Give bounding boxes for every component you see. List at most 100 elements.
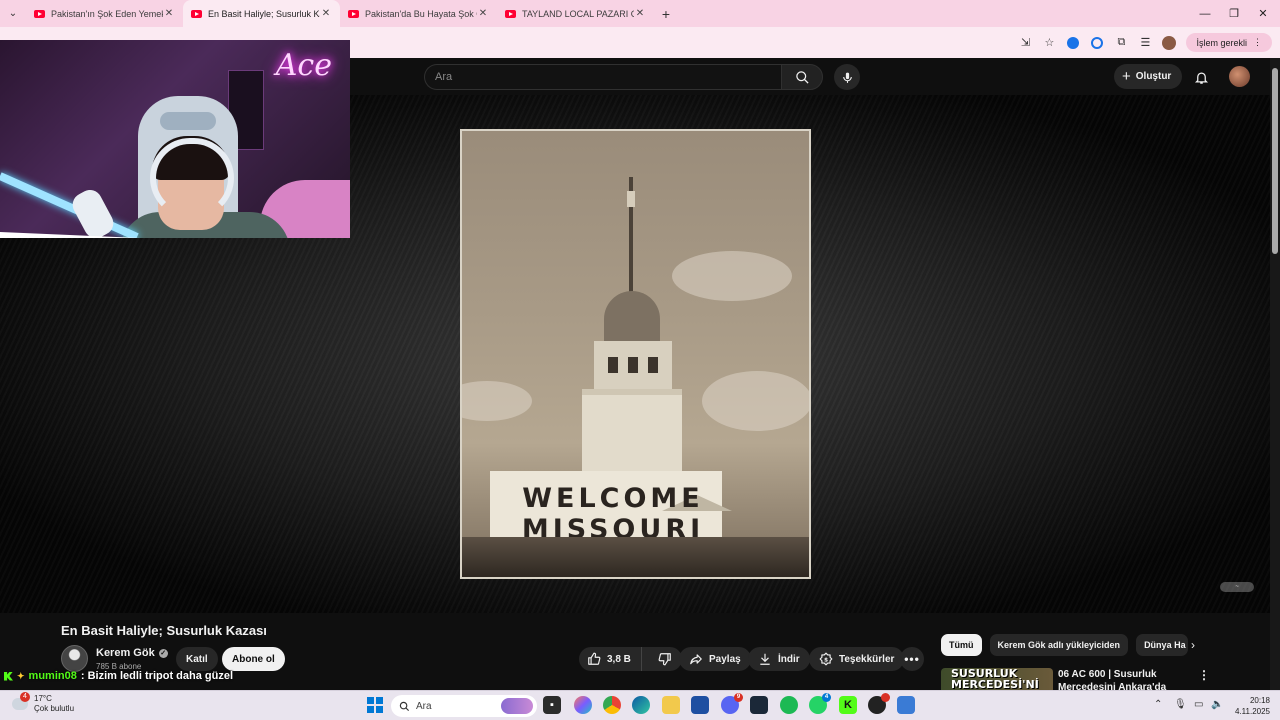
browser-tab[interactable]: TAYLAND LOCAL PAZARI GEZD ✕ <box>497 0 654 27</box>
more-actions-button[interactable]: ••• <box>900 647 924 671</box>
kick-badge-icon <box>4 671 13 681</box>
action-required-label: İşlem gerekli <box>1196 37 1247 48</box>
sparkle-badge-icon: ✦ <box>17 670 25 681</box>
thumbs-up-icon <box>588 652 601 665</box>
create-button[interactable]: + Oluştur <box>1114 64 1183 89</box>
voice-search-button[interactable] <box>834 64 860 90</box>
extension-icon[interactable] <box>1066 36 1080 50</box>
recommendation-menu-icon[interactable]: ⋮ <box>1198 668 1210 682</box>
search-box <box>424 64 823 90</box>
video-frame-photo: WELCOME MISSOURI <box>460 129 811 579</box>
browser-tab[interactable]: Pakistan'ın Şok Eden Yemek Pa ✕ <box>26 0 183 27</box>
volume-icon[interactable]: 🔈 <box>1211 699 1223 710</box>
chrome-icon[interactable] <box>603 696 621 714</box>
profile-avatar-icon[interactable] <box>1162 35 1177 50</box>
browser-tabbar: ⌄ Pakistan'ın Şok Eden Yemek Pa ✕ En Bas… <box>0 0 1280 27</box>
microphone-tray-icon[interactable]: 🎙 <box>1174 699 1187 710</box>
install-app-icon[interactable]: ⇲ <box>1018 36 1032 50</box>
bookmark-star-icon[interactable]: ☆ <box>1042 36 1056 50</box>
weather-badge: 4 <box>20 692 30 702</box>
action-required-button[interactable]: İşlem gerekli ⋮ <box>1186 33 1272 52</box>
discord-icon[interactable]: 9 <box>721 693 743 714</box>
system-clock[interactable]: 20:18 4.11.2025 <box>1235 695 1270 717</box>
download-button[interactable]: İndir <box>748 647 810 671</box>
extension-icon[interactable] <box>1090 36 1104 50</box>
thanks-button[interactable]: $ Teşekkürler <box>809 647 905 671</box>
subscribe-button[interactable]: Abone ol <box>222 647 285 671</box>
channel-name[interactable]: Kerem Gök <box>96 647 155 659</box>
chat-username: mumin08 <box>28 670 77 682</box>
account-avatar[interactable] <box>1229 66 1250 87</box>
tab-close-icon[interactable]: ✕ <box>320 8 332 19</box>
tab-close-icon[interactable]: ✕ <box>477 8 489 19</box>
channel-name-row[interactable]: Kerem Gök ✓ <box>96 647 168 659</box>
kick-app-icon[interactable]: K <box>839 696 857 714</box>
network-icon[interactable]: ▭ <box>1194 699 1203 710</box>
puzzle-extensions-icon[interactable]: ⧉ <box>1114 36 1128 50</box>
notifications-button[interactable] <box>1192 68 1210 86</box>
clock-time: 20:18 <box>1249 696 1270 705</box>
tab-title: TAYLAND LOCAL PAZARI GEZD <box>522 8 634 19</box>
channel-avatar[interactable] <box>61 645 88 672</box>
chevron-right-icon[interactable]: › <box>1185 637 1201 653</box>
chat-message: ✦ mumin08 : Bizim ledli tripot daha güze… <box>4 670 233 682</box>
tab-close-icon[interactable]: ✕ <box>634 8 646 19</box>
chat-text: : Bizim ledli tripot daha güzel <box>80 670 234 682</box>
search-highlight-image <box>501 698 533 714</box>
chip-from-uploader[interactable]: Kerem Gök adlı yükleyiciden <box>989 634 1129 656</box>
search-input[interactable] <box>424 64 781 90</box>
download-icon <box>760 653 770 665</box>
sign-line-1: WELCOME <box>522 483 704 514</box>
browser-tab-active[interactable]: En Basit Haliyle; Susurluk Kazası ✕ <box>183 0 340 27</box>
join-button[interactable]: Katıl <box>176 647 218 671</box>
bell-icon <box>1194 72 1208 84</box>
share-button[interactable]: Paylaş <box>679 647 751 671</box>
weather-desc: Çok bulutlu <box>34 704 75 713</box>
tab-close-icon[interactable]: ✕ <box>163 8 175 19</box>
steam-icon[interactable] <box>750 696 768 714</box>
scrollbar-thumb[interactable] <box>1272 68 1278 254</box>
app-icon[interactable] <box>897 696 915 714</box>
recommendation-thumbnail[interactable]: SUSURLUK MERCEDESİ'Nİ <box>941 668 1053 690</box>
weather-widget[interactable]: 4 17°C Çok bulutlu <box>12 692 75 714</box>
tab-search-chevron-icon[interactable]: ⌄ <box>0 0 26 27</box>
youtube-favicon-icon <box>34 9 45 18</box>
recommendation-title[interactable]: 06 AC 600 | Susurluk Mercedesini Ankara'… <box>1058 668 1193 690</box>
youtube-favicon-icon <box>505 9 516 18</box>
dislike-button[interactable] <box>648 647 682 671</box>
chip-world[interactable]: Dünya Ha <box>1136 634 1189 656</box>
neon-sign-image: Ace <box>275 48 332 83</box>
like-button[interactable]: 3,8 B <box>579 647 642 671</box>
search-button[interactable] <box>781 64 823 90</box>
video-title: En Basit Haliyle; Susurluk Kazası <box>61 623 267 638</box>
whatsapp-icon[interactable]: 4 <box>809 693 831 714</box>
new-tab-button[interactable]: + <box>654 0 678 27</box>
page-scrollbar[interactable] <box>1270 58 1280 690</box>
like-count: 3,8 B <box>607 653 631 665</box>
browser-tab[interactable]: Pakistan'da Bu Hayata Şok Olac ✕ <box>340 0 497 27</box>
spotify-icon[interactable] <box>780 696 798 714</box>
chip-all[interactable]: Tümü <box>941 634 982 656</box>
file-explorer-icon[interactable] <box>662 696 680 714</box>
verified-check-icon: ✓ <box>158 648 168 658</box>
store-icon[interactable] <box>691 696 709 714</box>
like-dislike-group: 3,8 B <box>579 647 682 671</box>
obs-icon[interactable] <box>868 693 890 714</box>
chevron-up-icon[interactable]: ⌃ <box>1154 699 1162 710</box>
super-thanks-icon: $ <box>819 652 833 666</box>
windows-start-icon[interactable] <box>367 697 383 713</box>
watermark-signature: ~ <box>1220 582 1254 592</box>
thumbnail-text: SUSURLUK MERCEDESİ'Nİ <box>951 668 1039 690</box>
download-label: İndir <box>778 653 800 665</box>
copilot-icon[interactable] <box>574 696 592 714</box>
cloud-icon: 4 <box>12 692 30 710</box>
taskbar-search[interactable]: Ara <box>391 695 537 717</box>
close-window-icon[interactable]: ✕ <box>1246 0 1280 27</box>
weather-temp: 17°C <box>34 694 52 703</box>
edge-icon[interactable] <box>632 696 650 714</box>
reading-list-icon[interactable]: ☰ <box>1138 36 1152 50</box>
webcam-overlay: Ace <box>0 40 350 238</box>
microphone-image <box>68 185 118 238</box>
task-view-icon[interactable]: ▪ <box>543 696 561 714</box>
search-icon <box>795 70 809 84</box>
